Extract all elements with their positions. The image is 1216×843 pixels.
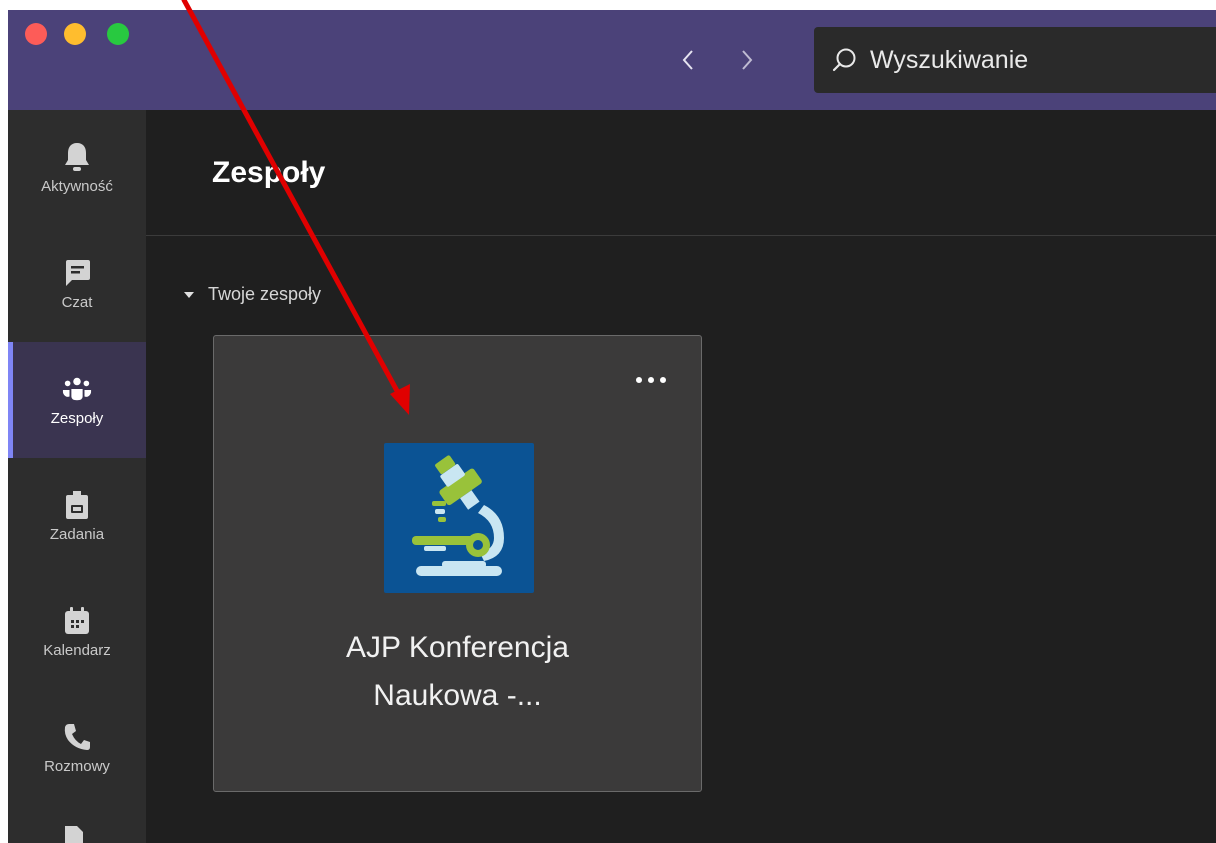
teams-main-panel: Zespoły Twoje zespoły AJP Konferencja Na…: [146, 110, 1216, 843]
zoom-window-button[interactable]: [107, 23, 129, 45]
rail-item-label: Kalendarz: [43, 641, 111, 659]
search-icon: [832, 47, 858, 73]
rail-item-assignments[interactable]: Zadania: [8, 458, 146, 574]
rail-item-chat[interactable]: Czat: [8, 226, 146, 342]
calendar-icon: [62, 606, 92, 636]
team-name-line: Naukowa -...: [373, 679, 542, 712]
teams-app-window: Aktywność Czat: [8, 10, 1216, 843]
rail-item-label: Aktywność: [41, 177, 113, 195]
search-box[interactable]: [814, 27, 1216, 93]
rail-item-teams[interactable]: Zespoły: [8, 342, 146, 458]
close-window-button[interactable]: [25, 23, 47, 45]
caret-down-icon: [182, 288, 196, 302]
microscope-icon: [412, 455, 504, 576]
team-name-line: AJP Konferencja: [346, 631, 569, 664]
rail-item-label: Zespoły: [50, 409, 104, 427]
phone-icon: [62, 722, 92, 752]
rail-item-calendar[interactable]: Kalendarz: [8, 574, 146, 690]
section-label: Twoje zespoły: [208, 284, 322, 304]
title-bar: [8, 10, 1216, 110]
forward-button[interactable]: [733, 45, 761, 75]
app-bar: Aktywność Czat Zespoły Zadania Kalendarz…: [8, 110, 146, 843]
more-horizontal-icon: [636, 377, 666, 383]
header-divider: [146, 235, 1216, 236]
rail-item-label: Zadania: [49, 525, 105, 543]
bell-icon: [62, 142, 92, 172]
teams-icon: [62, 374, 92, 404]
team-avatar: [384, 443, 534, 593]
your-teams-section-toggle[interactable]: Twoje zespoły: [182, 284, 321, 305]
rail-item-label: Czat: [61, 293, 93, 311]
team-card[interactable]: AJP Konferencja Naukowa -...: [213, 335, 702, 792]
chevron-right-icon: [742, 50, 753, 70]
search-input[interactable]: [868, 44, 1202, 76]
rail-item-calls[interactable]: Rozmowy: [8, 690, 146, 806]
chat-icon: [62, 258, 92, 288]
page-title: Zespoły: [212, 156, 326, 189]
rail-item-files-partial[interactable]: [61, 820, 91, 843]
minimize-window-button[interactable]: [64, 23, 86, 45]
assignments-icon: [62, 490, 92, 520]
files-icon: [65, 826, 83, 843]
chevron-left-icon: [682, 50, 693, 70]
team-name: AJP Konferencja Naukowa -...: [214, 624, 701, 720]
rail-item-label: Rozmowy: [44, 757, 110, 775]
rail-item-activity[interactable]: Aktywność: [8, 110, 146, 226]
back-button[interactable]: [674, 45, 702, 75]
more-options-button[interactable]: [631, 368, 671, 392]
